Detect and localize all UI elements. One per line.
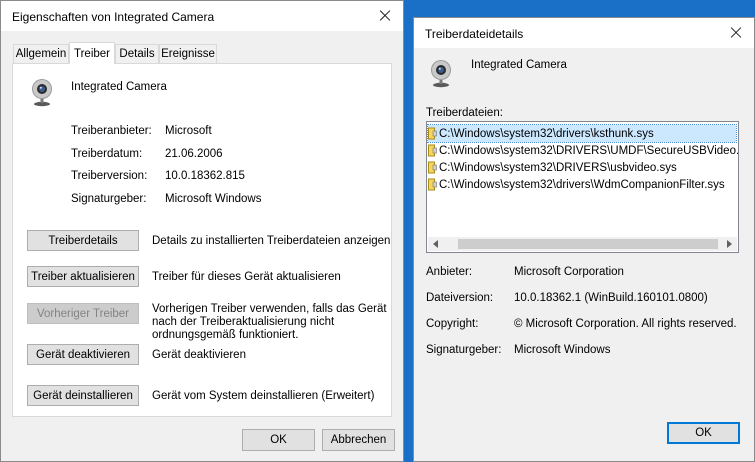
info-value-date: 21.06.2006 (165, 148, 223, 160)
details-label-signer: Signaturgeber: (426, 344, 502, 356)
driver-details-button[interactable]: Treiberdetails (27, 230, 139, 251)
details-titlebar[interactable]: Treiberdateidetails (414, 18, 754, 48)
driver-files-list[interactable]: C:\Windows\system32\drivers\ksthunk.sys … (426, 121, 739, 253)
ok-button[interactable]: OK (242, 429, 315, 451)
uninstall-device-description: Gerät vom System deinstallieren (Erweite… (152, 390, 375, 402)
horizontal-scrollbar[interactable] (428, 237, 737, 251)
close-icon[interactable] (716, 18, 754, 48)
list-item[interactable]: C:\Windows\system32\drivers\ksthunk.sys (427, 124, 737, 143)
info-value-version: 10.0.18362.815 (165, 170, 245, 182)
driver-file-path: C:\Windows\system32\drivers\ksthunk.sys (439, 127, 654, 140)
tab-details[interactable]: Details (115, 44, 159, 63)
device-name: Integrated Camera (71, 81, 167, 93)
list-item[interactable]: C:\Windows\system32\drivers\WdmCompanion… (428, 176, 736, 193)
details-value-version: 10.0.18362.1 (WinBuild.160101.0800) (514, 292, 708, 304)
details-ok-button[interactable]: OK (667, 422, 740, 444)
tab-allgemein[interactable]: Allgemein (13, 44, 69, 63)
driver-file-icon (428, 178, 437, 191)
info-label-date: Treiberdatum: (71, 148, 143, 160)
disable-device-description: Gerät deaktivieren (152, 349, 246, 361)
info-label-version: Treiberversion: (71, 170, 148, 182)
rollback-description-line1: Vorherigen Treiber verwenden, falls das … (152, 303, 387, 315)
details-device-name: Integrated Camera (471, 59, 567, 71)
disable-device-button[interactable]: Gerät deaktivieren (27, 344, 139, 365)
details-value-provider: Microsoft Corporation (514, 266, 624, 278)
driver-file-icon (428, 127, 437, 140)
webcam-icon (32, 79, 52, 107)
info-label-signer: Signaturgeber: (71, 193, 147, 205)
uninstall-device-button[interactable]: Gerät deinstallieren (27, 385, 139, 406)
tab-treiber[interactable]: Treiber (69, 42, 115, 64)
driver-file-icon (428, 161, 437, 174)
list-item[interactable]: C:\Windows\system32\DRIVERS\usbvideo.sys (428, 159, 736, 176)
driver-details-description: Details zu installierten Treiberdateien … (152, 235, 391, 247)
rollback-driver-button[interactable]: Vorheriger Treiber (27, 303, 139, 324)
details-value-copyright: © Microsoft Corporation. All rights rese… (514, 318, 737, 330)
details-label-version: Dateiversion: (426, 292, 494, 304)
properties-window: Eigenschaften von Integrated Camera Allg… (0, 0, 404, 462)
scroll-left-icon[interactable] (433, 240, 438, 248)
scroll-thumb[interactable] (458, 239, 718, 249)
driver-file-path: C:\Windows\system32\DRIVERS\usbvideo.sys (439, 161, 677, 174)
tab-ereignisse[interactable]: Ereignisse (159, 44, 217, 63)
driver-files-label: Treiberdateien: (426, 107, 503, 119)
scroll-right-icon[interactable] (727, 240, 732, 248)
rollback-description-line2: nach der Treiberaktualisierung nicht (152, 316, 335, 328)
properties-titlebar[interactable]: Eigenschaften von Integrated Camera (1, 1, 403, 31)
update-driver-button[interactable]: Treiber aktualisieren (27, 266, 139, 287)
info-value-signer: Microsoft Windows (165, 193, 262, 205)
update-driver-description: Treiber für dieses Gerät aktualisieren (152, 271, 341, 283)
driver-file-path: C:\Windows\system32\drivers\WdmCompanion… (439, 178, 725, 191)
details-title: Treiberdateidetails (425, 27, 524, 41)
details-label-provider: Anbieter: (426, 266, 473, 278)
close-icon[interactable] (365, 1, 403, 31)
driver-file-icon (428, 144, 437, 157)
info-label-provider: Treiberanbieter: (71, 125, 152, 137)
details-label-copyright: Copyright: (426, 318, 479, 330)
properties-title: Eigenschaften von Integrated Camera (12, 10, 215, 24)
list-item[interactable]: C:\Windows\system32\DRIVERS\UMDF\SecureU… (428, 142, 739, 159)
driver-file-path: C:\Windows\system32\DRIVERS\UMDF\SecureU… (439, 144, 739, 157)
info-value-provider: Microsoft (165, 125, 212, 137)
webcam-icon (431, 60, 451, 88)
details-value-signer: Microsoft Windows (514, 344, 611, 356)
rollback-description-line3: ordnungsgemäß funktioniert. (152, 329, 299, 341)
cancel-button[interactable]: Abbrechen (322, 429, 395, 451)
